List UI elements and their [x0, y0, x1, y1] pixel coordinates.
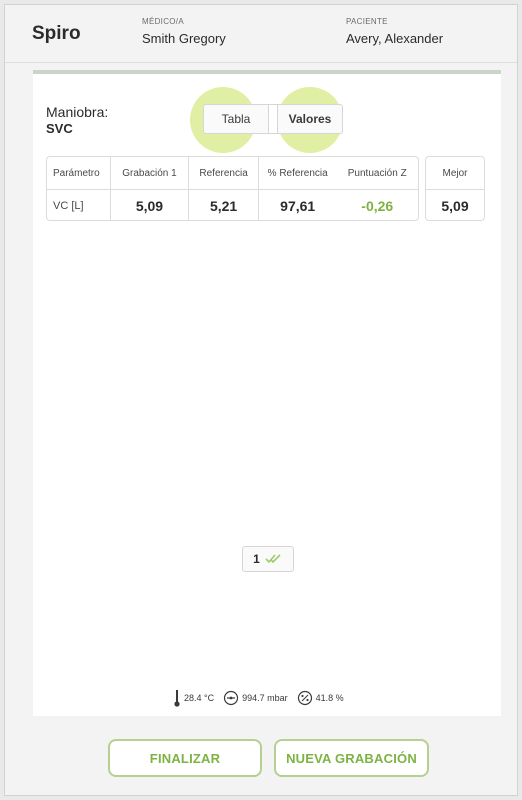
- doctor-caption: MÉDICO/A: [142, 17, 184, 26]
- doctor-name: Smith Gregory: [142, 31, 226, 46]
- temperature-status: 28.4 °C: [173, 689, 214, 707]
- column-header: % Referencia: [267, 167, 328, 179]
- results-card: Maniobra: SVC Tabla Valores Parámetro Gr…: [33, 70, 501, 716]
- table-header-row: Parámetro Grabación 1 Referencia % Refer…: [47, 157, 418, 190]
- humidity-icon: [297, 690, 312, 706]
- temperature-value: 28.4 °C: [184, 693, 215, 703]
- pressure-gauge-icon: [224, 690, 239, 706]
- recording-selector[interactable]: 1: [242, 546, 294, 572]
- double-check-icon: [265, 554, 283, 564]
- patient-caption: PACIENTE: [346, 17, 388, 26]
- app-title: Spiro: [32, 23, 81, 44]
- humidity-status: 41.8 %: [297, 690, 344, 706]
- toggle-divider: [268, 105, 278, 133]
- patient-name: Avery, Alexander: [346, 31, 444, 46]
- table-row: VC [L] 5,09 5,21 97,61 -0,26: [47, 190, 418, 220]
- humidity-value: 41.8 %: [315, 693, 344, 703]
- maneuver-label: Maniobra:: [46, 104, 109, 120]
- new-recording-button[interactable]: NUEVA GRABACIÓN: [274, 739, 429, 777]
- view-toggle: Tabla Valores: [203, 104, 343, 134]
- results-table: Parámetro Grabación 1 Referencia % Refer…: [46, 156, 419, 221]
- maneuver-value: SVC: [46, 121, 73, 136]
- header-bar: Spiro MÉDICO/A Smith Gregory PACIENTE Av…: [5, 5, 517, 63]
- parameter-cell: VC [L]: [47, 190, 111, 220]
- pressure-status: 994.7 mbar: [223, 690, 288, 706]
- tab-valores[interactable]: Valores: [278, 105, 342, 133]
- tab-tabla[interactable]: Tabla: [204, 105, 268, 133]
- best-header: Mejor: [426, 157, 484, 190]
- best-value: 5,09: [441, 197, 469, 214]
- z-score-cell: -0,26: [361, 197, 394, 214]
- recording-value-cell: 5,09: [111, 190, 190, 220]
- environment-status: 28.4 °C 994.7 mbar 41.8 %: [173, 688, 353, 708]
- thermometer-icon: [174, 690, 180, 707]
- pct-reference-cell: 97,61: [280, 197, 316, 214]
- doctor-info: MÉDICO/A Smith Gregory: [142, 17, 226, 46]
- reference-cell: 5,21: [189, 190, 259, 220]
- recording-number: 1: [253, 552, 260, 566]
- column-header: Puntuación Z: [347, 167, 407, 179]
- pressure-value: 994.7 mbar: [242, 693, 288, 703]
- column-header: Referencia: [189, 157, 259, 189]
- finish-button[interactable]: FINALIZAR: [108, 739, 262, 777]
- app-window: Spiro MÉDICO/A Smith Gregory PACIENTE Av…: [4, 4, 518, 796]
- patient-info: PACIENTE Avery, Alexander: [346, 17, 443, 46]
- column-header: Grabación 1: [111, 157, 190, 189]
- column-header: Parámetro: [47, 157, 111, 189]
- best-value-box: Mejor 5,09: [425, 156, 485, 221]
